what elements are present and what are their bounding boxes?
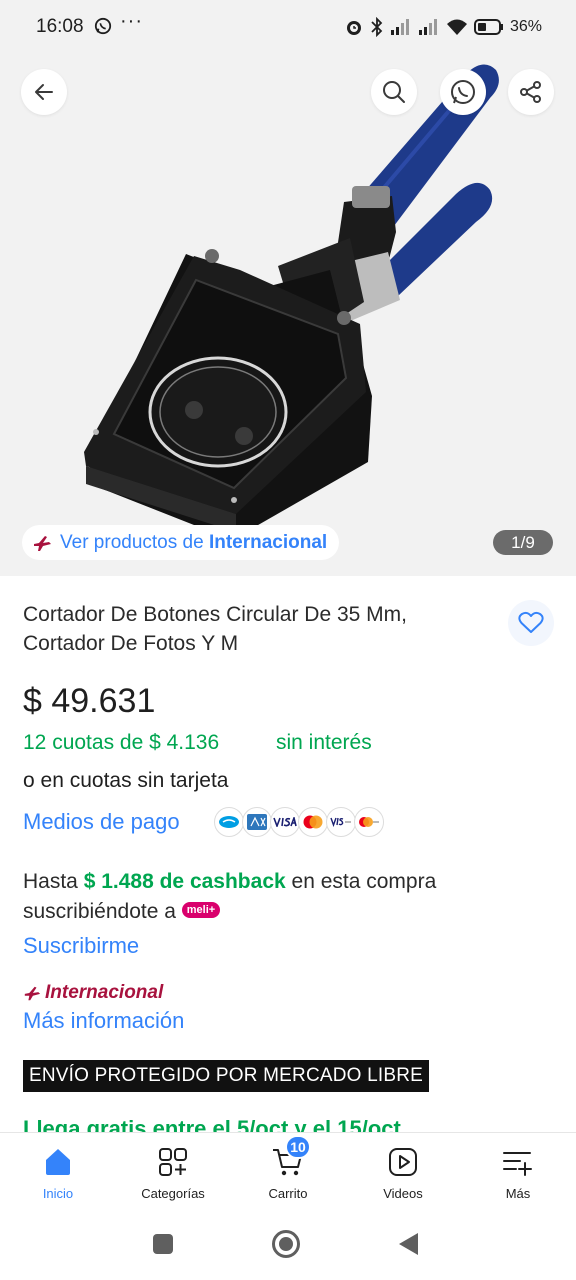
video-icon (389, 1148, 417, 1176)
image-counter: 1/9 (493, 530, 553, 555)
mastercard-debit-icon (354, 807, 384, 837)
signal-2-icon (418, 19, 437, 35)
nav-more[interactable]: Más (463, 1133, 573, 1213)
heart-icon (518, 611, 544, 633)
airplane-icon (24, 986, 41, 1001)
delivery-estimate: Llega gratis entre el 5/oct y el 15/oct (23, 1116, 401, 1132)
back-system-button[interactable] (398, 1232, 420, 1256)
payment-icons (214, 807, 384, 837)
recents-button[interactable] (152, 1233, 174, 1255)
visa-debit-icon (326, 807, 356, 837)
payment-methods-link[interactable]: Medios de pago (23, 809, 180, 835)
airplane-icon (34, 535, 51, 551)
status-icons: 36% (344, 14, 542, 40)
bluetooth-icon (371, 17, 383, 37)
cashback-text: Hasta $ 1.488 de cashback en esta compra… (23, 870, 437, 923)
interest-free-text: sin interés (276, 731, 372, 754)
more-info-link[interactable]: Más información (23, 1008, 184, 1034)
battery-icon (473, 19, 503, 35)
whatsapp-icon (451, 80, 475, 104)
search-icon (383, 81, 405, 103)
product-details: Cortador De Botones Circular De 35 Mm, C… (0, 576, 576, 1132)
home-icon (46, 1149, 70, 1175)
alarm-icon (346, 21, 361, 35)
back-button[interactable] (21, 69, 67, 115)
arrow-left-icon (35, 84, 53, 100)
cashback-amount: $ 1.488 de cashback (83, 870, 286, 893)
wifi-icon (446, 19, 467, 35)
product-image[interactable] (0, 56, 576, 576)
whatsapp-share-button[interactable] (440, 69, 486, 115)
system-navigation-bar (0, 1212, 576, 1280)
menu-add-icon (503, 1152, 532, 1176)
whatsapp-notification-icon (94, 17, 112, 35)
subscribe-link[interactable]: Suscribirme (23, 933, 139, 959)
search-button[interactable] (371, 69, 417, 115)
categories-icon (159, 1148, 187, 1176)
nav-categories[interactable]: Categorías (118, 1133, 228, 1213)
share-button[interactable] (508, 69, 554, 115)
international-badge: Internacional (23, 982, 163, 1004)
product-gallery[interactable]: Ver productos de Internacional 1/9 (0, 56, 576, 576)
nav-home[interactable]: Inicio (3, 1133, 113, 1213)
product-title: Cortador De Botones Circular De 35 Mm, C… (23, 603, 407, 655)
nav-videos[interactable]: Videos (348, 1133, 458, 1213)
amex-icon (242, 807, 272, 837)
protected-shipping-badge: ENVÍO PROTEGIDO POR MERCADO LIBRE (23, 1060, 430, 1092)
home-system-button[interactable] (271, 1229, 301, 1259)
visa-icon (270, 807, 300, 837)
bottom-navigation: Inicio Categorías 10 Carrito Videos Más (0, 1132, 576, 1212)
mastercard-icon (298, 807, 328, 837)
international-prefix: Ver productos de Internacional (60, 531, 328, 553)
installments-text: 12 cuotas de $ 4.136 (23, 731, 220, 754)
battery-percent: 36% (509, 18, 542, 35)
meli-plus-badge: meli+ (181, 902, 221, 919)
nav-cart[interactable]: 10 Carrito (233, 1133, 343, 1213)
product-price: $ 49.631 (23, 682, 156, 720)
mercadopago-icon (214, 807, 244, 837)
favorite-button[interactable] (508, 600, 554, 646)
status-bar: 16:08 ··· 36% (0, 0, 576, 56)
cart-count-badge: 10 (285, 1135, 311, 1159)
more-notifications-icon: ··· (120, 10, 143, 32)
signal-icon (390, 19, 409, 35)
status-time: 16:08 (36, 16, 84, 37)
share-icon (520, 81, 541, 103)
international-products-link[interactable]: Ver productos de Internacional (22, 525, 340, 560)
no-card-installments-text: o en cuotas sin tarjeta (23, 769, 229, 792)
